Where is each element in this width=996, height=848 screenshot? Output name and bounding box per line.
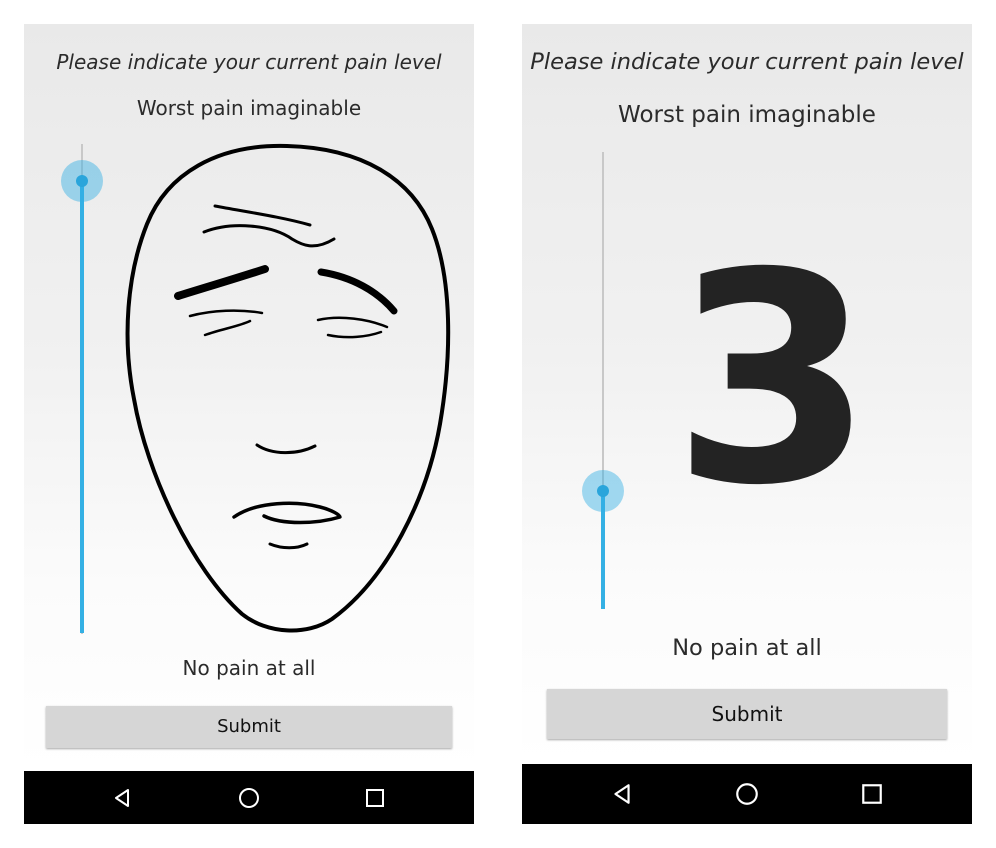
left-eye-lower bbox=[203, 319, 252, 337]
recents-button[interactable] bbox=[842, 764, 902, 824]
home-icon bbox=[239, 787, 259, 808]
recents-button[interactable] bbox=[345, 771, 405, 824]
right-brow bbox=[317, 268, 398, 315]
back-icon bbox=[614, 784, 630, 804]
pain-prompt: Please indicate your current pain level bbox=[530, 49, 964, 75]
slider-thumb[interactable] bbox=[597, 485, 609, 497]
forehead-wrinkle-2 bbox=[202, 224, 336, 248]
submit-button[interactable]: Submit bbox=[46, 706, 452, 748]
android-nav-bar bbox=[24, 771, 474, 824]
left-brow bbox=[174, 265, 269, 300]
recents-icon bbox=[366, 788, 384, 807]
home-button[interactable] bbox=[717, 764, 777, 824]
pain-level-value: 3 bbox=[672, 212, 874, 549]
pain-face-illustration bbox=[125, 143, 451, 633]
mouth-upper-lip bbox=[232, 501, 342, 525]
back-button[interactable] bbox=[592, 764, 652, 824]
nose bbox=[255, 443, 317, 455]
android-nav-bar bbox=[522, 764, 972, 824]
worst-pain-label: Worst pain imaginable bbox=[618, 102, 876, 128]
mouth-lower-lip bbox=[268, 542, 309, 550]
home-icon bbox=[736, 783, 758, 805]
back-button[interactable] bbox=[92, 771, 152, 824]
worst-pain-label: Worst pain imaginable bbox=[136, 96, 362, 120]
right-eye-upper bbox=[316, 316, 389, 329]
no-pain-label: No pain at all bbox=[672, 635, 822, 661]
back-icon bbox=[115, 788, 129, 807]
no-pain-label: No pain at all bbox=[182, 656, 316, 680]
pain-screen-number: Please indicate your current pain level … bbox=[522, 24, 972, 764]
right-eye-lower bbox=[326, 330, 383, 339]
home-button[interactable] bbox=[219, 771, 279, 824]
forehead-wrinkle-1 bbox=[213, 204, 312, 227]
pain-prompt: Please indicate your current pain level bbox=[56, 50, 442, 74]
recents-icon bbox=[862, 784, 882, 804]
slider-fill bbox=[80, 181, 84, 633]
pain-screen-face: Please indicate your current pain level … bbox=[24, 24, 474, 771]
slider-thumb[interactable] bbox=[76, 175, 88, 187]
left-eye-upper bbox=[188, 309, 264, 318]
submit-button[interactable]: Submit bbox=[547, 689, 947, 739]
